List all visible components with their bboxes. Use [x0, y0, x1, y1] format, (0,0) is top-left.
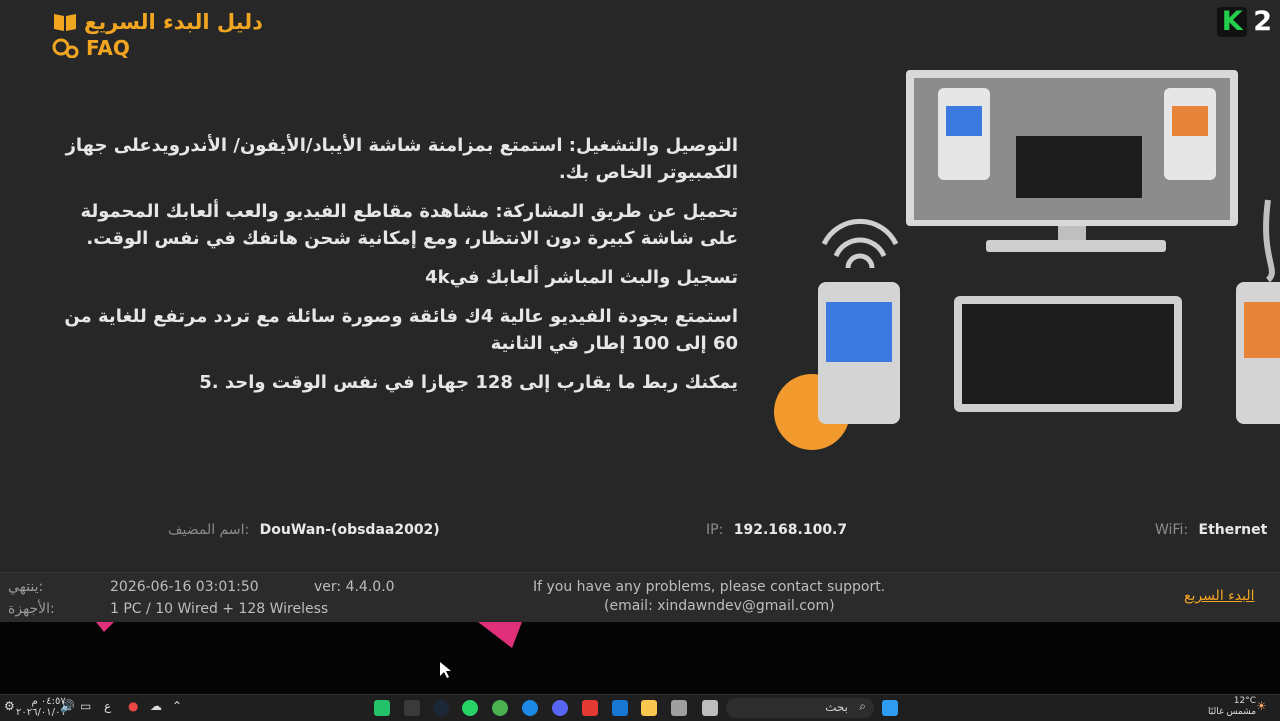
folder-icon[interactable]: [641, 700, 657, 716]
desktop-wallpaper: [0, 622, 1280, 694]
wifi-value: Ethernet: [1198, 522, 1268, 538]
mail-icon[interactable]: [612, 700, 628, 716]
ip-info: IP: 192.168.100.7: [706, 522, 847, 538]
k2-logo: K 2: [1217, 6, 1272, 37]
feature-record-stream: تسجيل والبث المباشر ألعابك في4k: [425, 267, 738, 288]
k-badge: K: [1217, 6, 1248, 37]
feature-list: التوصيل والتشغيل: استمتع بمزامنة شاشة ال…: [48, 132, 738, 408]
app-window: دليل البدء السريع FAQ K 2 التوصيل والتشغ…: [0, 0, 1280, 620]
hostname-value: DouWan-(obsdaa2002): [259, 522, 440, 538]
weather-icon[interactable]: ☀: [1256, 699, 1267, 713]
devices-illustration: [774, 70, 1280, 450]
windows-taskbar: ⚙ ٠٤:٥٧ م ٢٠٢٦/٠١/٠١ 🔊 ▭ ع ● ☁ ⌃ بحث ⌕ 1…: [0, 694, 1280, 721]
guide-label: دليل البدء السريع: [84, 10, 263, 34]
weather-temp: 12°C: [1233, 696, 1257, 706]
steam-icon[interactable]: [433, 700, 449, 716]
support-email[interactable]: (email: xindawndev@gmail.com): [604, 598, 835, 614]
discord-icon[interactable]: [552, 700, 568, 716]
task-view-icon[interactable]: [702, 700, 718, 716]
quick-start-footer-link[interactable]: البدء السريع: [1184, 588, 1254, 604]
faq-link[interactable]: FAQ: [52, 36, 263, 60]
hostname-info: اسم المضيف: DouWan-(obsdaa2002): [168, 522, 440, 538]
ip-value: 192.168.100.7: [733, 522, 848, 538]
quick-start-link[interactable]: دليل البدء السريع: [52, 10, 263, 34]
wifi-info: WiFi: Ethernet: [1155, 522, 1267, 538]
wifi-label: WiFi:: [1155, 522, 1189, 538]
k2-number: 2: [1253, 6, 1272, 37]
volume-icon[interactable]: 🔊: [60, 699, 75, 713]
chrome-icon[interactable]: [492, 700, 508, 716]
version-text: ver: 4.4.0.0: [314, 579, 395, 595]
edge-icon[interactable]: [522, 700, 538, 716]
expires-label: ينتهي:: [8, 579, 44, 595]
ip-label: IP:: [706, 522, 724, 538]
douwan-icon[interactable]: [582, 700, 598, 716]
devices-value: 1 PC / 10 Wired + 128 Wireless: [110, 601, 329, 617]
feature-4k-video: استمتع بجودة الفيديو عالية 4ك فائقة وصور…: [64, 306, 738, 354]
search-icon: ⌕: [859, 699, 866, 713]
feature-share-load: تحميل عن طريق المشاركة: مشاهدة مقاطع الف…: [80, 201, 738, 249]
weather-desc: مشمس غالبًا: [1208, 707, 1257, 717]
status-bar: ينتهي: 2026-06-16 03:01:50 ver: 4.4.0.0 …: [0, 572, 1280, 623]
feature-128-devices: يمكنك ربط ما يقارب إلى 128 جهازا في نفس …: [199, 372, 738, 393]
clock[interactable]: ٠٤:٥٧ م ٢٠٢٦/٠١/٠١: [16, 696, 66, 718]
wallpaper-art: [96, 622, 522, 678]
whatsapp-icon[interactable]: [462, 700, 478, 716]
language-indicator[interactable]: ع: [104, 699, 111, 713]
gears-icon: [52, 38, 79, 58]
hostname-label: اسم المضيف:: [168, 522, 250, 538]
taskbar-search[interactable]: بحث ⌕: [726, 698, 874, 718]
devices-label: الأجهزة:: [8, 601, 55, 617]
faq-label: FAQ: [86, 36, 130, 60]
support-message: If you have any problems, please contact…: [533, 579, 886, 595]
book-icon: [54, 14, 76, 31]
app-icon-1[interactable]: [374, 700, 390, 716]
app-icon-2[interactable]: [404, 700, 420, 716]
microphone-icon[interactable]: ●: [128, 699, 138, 713]
clock-date: ٢٠٢٦/٠١/٠١: [16, 707, 66, 718]
weather-widget[interactable]: 12°C مشمس غالبًا: [1208, 696, 1256, 718]
expires-value: 2026-06-16 03:01:50: [110, 579, 259, 595]
clock-time: ٠٤:٥٧ م: [31, 696, 66, 707]
settings-tray-icon[interactable]: ⚙: [4, 699, 15, 713]
network-icon[interactable]: ▭: [80, 699, 91, 713]
feature-plug-play: التوصيل والتشغيل: استمتع بمزامنة شاشة ال…: [65, 135, 738, 183]
start-icon[interactable]: [882, 700, 898, 716]
chevron-up-icon[interactable]: ⌃: [172, 699, 182, 713]
top-links: دليل البدء السريع FAQ: [52, 10, 263, 60]
search-placeholder: بحث: [825, 700, 848, 714]
store-icon[interactable]: [671, 700, 687, 716]
onedrive-icon[interactable]: ☁: [150, 699, 162, 713]
